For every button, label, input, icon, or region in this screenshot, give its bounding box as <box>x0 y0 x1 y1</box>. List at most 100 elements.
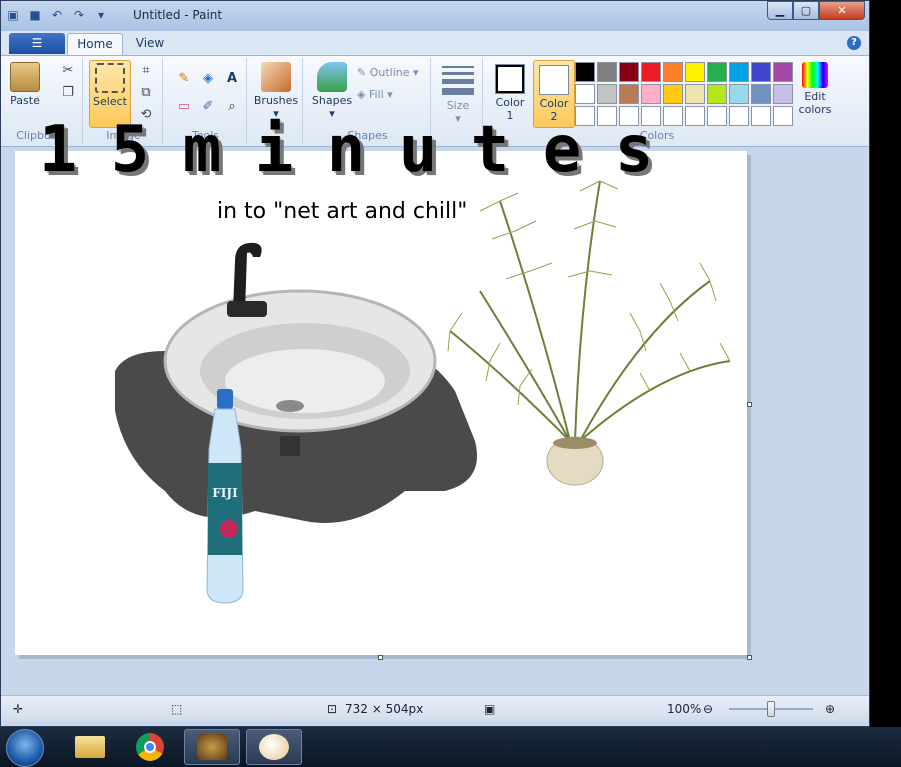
fill-dropdown[interactable]: ◈ Fill ▾ <box>357 88 393 101</box>
file-menu-button[interactable]: ☰ <box>9 33 65 54</box>
sink-image <box>115 242 477 523</box>
drawing-canvas[interactable]: FIJI in to "net art and chill" <box>15 151 747 655</box>
palette-swatch[interactable] <box>707 62 727 82</box>
plant-image <box>447 180 731 486</box>
palette-swatch[interactable] <box>773 106 793 126</box>
crop-icon[interactable]: ⌗ <box>137 62 155 80</box>
palette-swatch[interactable] <box>641 84 661 104</box>
save-icon[interactable]: ■ <box>27 7 43 23</box>
minimize-button[interactable]: ▁ <box>767 1 793 20</box>
tab-home[interactable]: Home <box>67 33 123 55</box>
taskbar-chrome[interactable] <box>122 729 178 765</box>
window-controls: ▁ ▢ ✕ <box>767 1 865 20</box>
status-bar: ✛ ⬚ ⊡ 732 × 504px ▣ 100% ⊖ ⊕ <box>1 695 869 721</box>
brush-icon <box>261 62 291 92</box>
paint-palette-icon <box>259 734 289 760</box>
big-letter: 1 <box>38 113 80 187</box>
big-letter: i <box>254 113 296 187</box>
big-letter: u <box>398 113 440 187</box>
palette-swatch[interactable] <box>685 62 705 82</box>
palette-swatch[interactable] <box>751 106 771 126</box>
start-button[interactable] <box>6 729 44 767</box>
canvas-size-icon: ⊡ <box>327 702 338 716</box>
color1-swatch <box>495 64 525 94</box>
palette-swatch[interactable] <box>707 84 727 104</box>
ribbon-tab-bar: ☰ Home View ? <box>1 31 869 55</box>
title-bar: ▣ ■ ↶ ↷ ▾ Untitled - Paint ▁ ▢ ✕ <box>1 1 869 31</box>
bottle-label: FIJI <box>212 486 238 500</box>
fill-bucket-icon[interactable]: ◈ <box>199 70 217 88</box>
zoom-in-button[interactable]: ⊕ <box>825 702 835 716</box>
palette-swatch[interactable] <box>685 84 705 104</box>
shapes-button[interactable]: Shapes ▾ <box>309 60 355 120</box>
canvas-workspace: FIJI in to "net art and chill" <box>1 147 865 695</box>
palette-swatch[interactable] <box>751 62 771 82</box>
resize-handle-bottom[interactable] <box>378 655 383 660</box>
palette-swatch[interactable] <box>575 62 595 82</box>
copy-icon[interactable]: ❐ <box>59 84 77 102</box>
palette-swatch[interactable] <box>707 106 727 126</box>
tab-view[interactable]: View <box>125 33 175 55</box>
edit-colors-button[interactable]: Edit colors <box>795 60 835 116</box>
game-icon <box>197 734 227 760</box>
water-bottle-image: FIJI <box>206 389 244 604</box>
paste-button[interactable]: Paste <box>7 60 43 107</box>
paint-app-icon[interactable]: ▣ <box>5 7 21 23</box>
big-letter: t <box>470 113 512 187</box>
palette-swatch[interactable] <box>729 106 749 126</box>
zoom-slider-thumb[interactable] <box>767 701 775 717</box>
big-letter: 5 <box>110 113 152 187</box>
maximize-button[interactable]: ▢ <box>793 1 819 20</box>
palette-swatch[interactable] <box>619 84 639 104</box>
palette-swatch[interactable] <box>575 84 595 104</box>
window-title: Untitled - Paint <box>133 8 223 22</box>
zoom-level: 100% <box>667 702 702 716</box>
canvas-size-text: 732 × 504px <box>345 702 424 716</box>
palette-swatch[interactable] <box>751 84 771 104</box>
brushes-button[interactable]: Brushes ▾ <box>253 60 299 120</box>
big-letter: s <box>614 113 656 187</box>
help-icon[interactable]: ? <box>847 36 861 50</box>
quick-access-toolbar: ▣ ■ ↶ ↷ ▾ <box>5 7 109 23</box>
pencil-icon[interactable]: ✎ <box>175 70 193 88</box>
outline-dropdown[interactable]: ✎ Outline ▾ <box>357 66 419 79</box>
taskbar-explorer[interactable] <box>62 729 118 765</box>
palette-swatch[interactable] <box>663 84 683 104</box>
taskbar-paint[interactable] <box>246 729 302 765</box>
zoom-out-button[interactable]: ⊖ <box>703 702 713 716</box>
palette-swatch[interactable] <box>619 62 639 82</box>
file-size-icon: ▣ <box>484 702 496 716</box>
palette-swatch[interactable] <box>773 84 793 104</box>
selection-size-icon: ⬚ <box>171 702 183 716</box>
color2-swatch <box>539 65 569 95</box>
canvas-subtitle: in to "net art and chill" <box>217 199 468 224</box>
shapes-icon <box>317 62 347 92</box>
resize-icon[interactable]: ⧉ <box>137 84 155 102</box>
palette-swatch[interactable] <box>663 62 683 82</box>
rainbow-icon <box>802 62 828 88</box>
resize-handle-corner[interactable] <box>747 655 752 660</box>
resize-handle-right[interactable] <box>747 402 752 407</box>
taskbar <box>0 727 901 767</box>
palette-swatch[interactable] <box>729 84 749 104</box>
select-icon <box>95 63 125 93</box>
palette-swatch[interactable] <box>597 62 617 82</box>
palette-swatch[interactable] <box>597 84 617 104</box>
close-button[interactable]: ✕ <box>819 1 865 20</box>
cut-icon[interactable]: ✂ <box>59 62 77 80</box>
palette-swatch[interactable] <box>729 62 749 82</box>
taskbar-game[interactable] <box>184 729 240 765</box>
canvas-big-text: 15minutes <box>31 113 663 187</box>
undo-icon[interactable]: ↶ <box>49 7 65 23</box>
folder-icon <box>75 736 105 758</box>
line-size-icon <box>442 66 474 95</box>
cursor-position-icon: ✛ <box>13 702 24 716</box>
text-tool-icon[interactable]: A <box>223 70 241 88</box>
palette-swatch[interactable] <box>773 62 793 82</box>
clipboard-icon <box>10 62 40 92</box>
customize-dropdown-icon[interactable]: ▾ <box>93 7 109 23</box>
redo-icon[interactable]: ↷ <box>71 7 87 23</box>
palette-swatch[interactable] <box>663 106 683 126</box>
palette-swatch[interactable] <box>641 62 661 82</box>
palette-swatch[interactable] <box>685 106 705 126</box>
